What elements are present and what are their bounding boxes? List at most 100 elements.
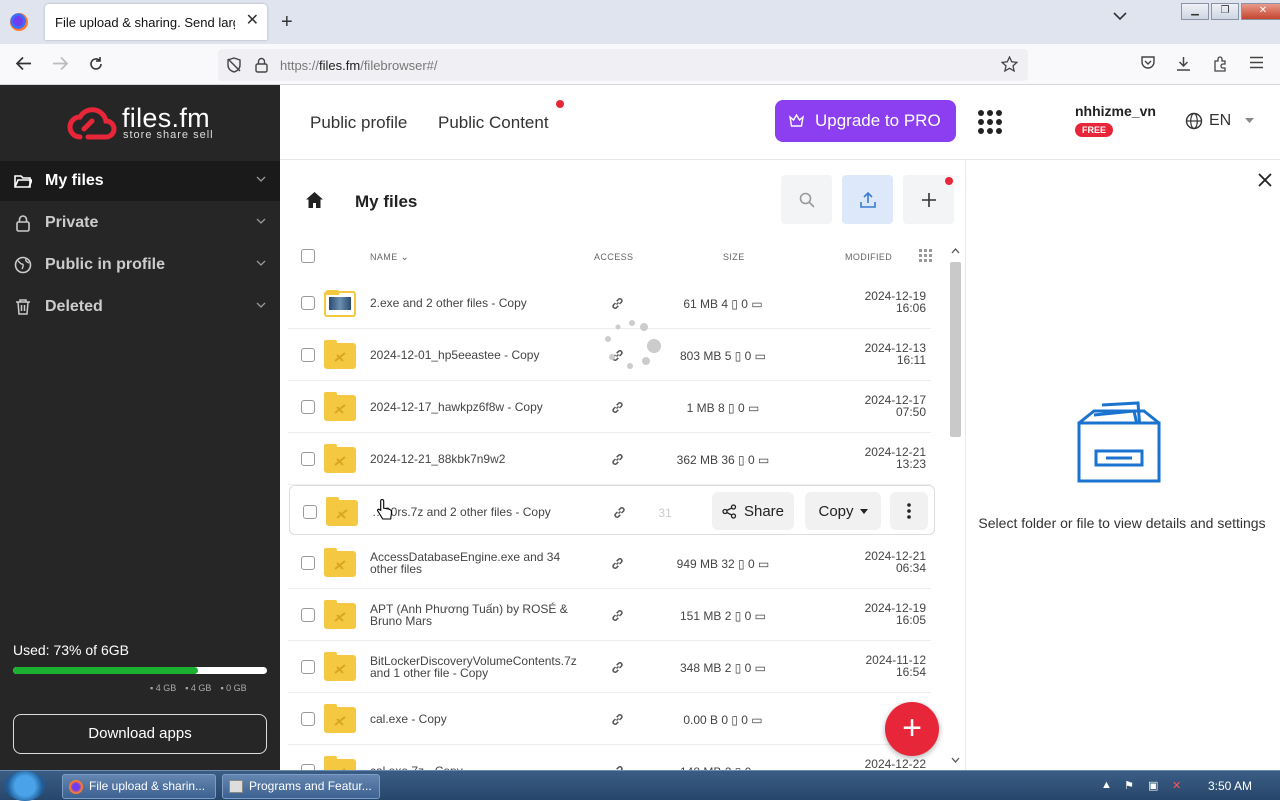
- home-icon[interactable]: [305, 191, 324, 209]
- volume-muted-icon[interactable]: ✕: [1172, 779, 1181, 792]
- link-access-icon[interactable]: [611, 297, 624, 310]
- pocket-icon[interactable]: [1140, 56, 1156, 71]
- firefox-icon[interactable]: [10, 13, 28, 31]
- link-access-icon[interactable]: [611, 401, 624, 414]
- tab-list-chevron-icon[interactable]: [1113, 12, 1127, 21]
- table-row[interactable]: 2024-12-17_hawkpz6f8w - Copy 1 MB 8 ▯ 0 ▭…: [288, 381, 931, 433]
- row-checkbox[interactable]: [301, 400, 315, 414]
- scrollbar-thumb[interactable]: [950, 262, 961, 437]
- upload-button[interactable]: [842, 175, 893, 224]
- tray-expand-icon[interactable]: ▲: [1101, 779, 1112, 791]
- folder-icon[interactable]: [324, 444, 356, 473]
- forward-icon[interactable]: [52, 56, 69, 71]
- network-icon[interactable]: ▣: [1148, 779, 1158, 792]
- sidebar-item-my-files[interactable]: My files: [0, 161, 280, 201]
- row-checkbox[interactable]: [301, 348, 315, 362]
- column-header-access[interactable]: ACCESS: [594, 252, 633, 262]
- column-header-size[interactable]: SIZE: [723, 252, 745, 262]
- close-icon[interactable]: [1258, 173, 1272, 187]
- sidebar-item-public-in-profile[interactable]: Public in profile: [0, 245, 280, 285]
- file-name[interactable]: 2024-12-01_hp5eeastee - Copy: [370, 349, 575, 361]
- more-options-button[interactable]: [890, 492, 928, 530]
- folder-icon[interactable]: [324, 392, 356, 421]
- public-content-link[interactable]: Public Content: [438, 113, 549, 133]
- sidebar-item-deleted[interactable]: Deleted: [0, 287, 280, 327]
- folder-icon[interactable]: [326, 497, 358, 526]
- link-access-icon[interactable]: [611, 453, 624, 466]
- link-access-icon[interactable]: [611, 661, 624, 674]
- public-profile-link[interactable]: Public profile: [310, 113, 407, 133]
- column-header-name[interactable]: NAME ⌄: [370, 252, 409, 263]
- folder-icon[interactable]: [324, 652, 356, 681]
- url-bar[interactable]: https://files.fm/filebrowser#/: [218, 49, 1028, 81]
- folder-icon[interactable]: [324, 600, 356, 629]
- chevron-down-icon[interactable]: [256, 258, 266, 268]
- download-apps-button[interactable]: Download apps: [13, 714, 267, 754]
- share-button[interactable]: Share: [712, 492, 794, 530]
- extensions-icon[interactable]: [1212, 56, 1228, 72]
- table-row[interactable]: AccessDatabaseEngine.exe and 34 other fi…: [288, 537, 931, 589]
- row-checkbox[interactable]: [301, 660, 315, 674]
- url-text[interactable]: https://files.fm/filebrowser#/: [280, 58, 438, 73]
- chevron-down-icon[interactable]: [256, 216, 266, 226]
- new-tab-icon[interactable]: +: [281, 11, 293, 34]
- row-checkbox[interactable]: [301, 296, 315, 310]
- row-checkbox[interactable]: [301, 608, 315, 622]
- chevron-down-icon[interactable]: [256, 174, 266, 184]
- file-name[interactable]: APT (Anh Phương Tuấn) by ROSÉ & Bruno Ma…: [370, 603, 575, 627]
- scroll-up-icon[interactable]: [951, 248, 960, 254]
- restore-button[interactable]: ❐: [1211, 3, 1239, 20]
- files-fm-logo-icon[interactable]: [66, 107, 118, 141]
- row-checkbox[interactable]: [301, 452, 315, 466]
- folder-icon[interactable]: [324, 340, 356, 369]
- table-row[interactable]: cal.exe.7z - Copy148 MB 2 ▯ 0 ▭2024-12-2…: [288, 745, 931, 770]
- menu-icon[interactable]: [1249, 56, 1264, 69]
- table-row[interactable]: APT (Anh Phương Tuấn) by ROSÉ & Bruno Ma…: [288, 589, 931, 641]
- file-name[interactable]: cal.exe - Copy: [370, 713, 575, 725]
- system-clock[interactable]: 3:50 AM: [1208, 779, 1252, 793]
- upgrade-to-pro-button[interactable]: Upgrade to PRO: [775, 100, 956, 142]
- start-button[interactable]: [5, 771, 45, 801]
- file-name[interactable]: 2024-12-17_hawkpz6f8w - Copy: [370, 401, 575, 413]
- username[interactable]: nhhizme_vn: [1075, 103, 1156, 119]
- sidebar-item-private[interactable]: Private: [0, 203, 280, 243]
- action-center-flag-icon[interactable]: ⚑: [1124, 779, 1134, 792]
- row-checkbox[interactable]: [303, 505, 317, 519]
- folder-icon[interactable]: [324, 756, 356, 770]
- folder-icon[interactable]: [324, 548, 356, 577]
- folder-thumbnail-icon[interactable]: [324, 290, 356, 317]
- link-access-icon[interactable]: [611, 713, 624, 726]
- column-header-modified[interactable]: MODIFIED: [845, 252, 892, 262]
- window-close-button[interactable]: ✕: [1241, 3, 1280, 20]
- copy-dropdown-button[interactable]: Copy: [805, 492, 881, 530]
- select-all-checkbox[interactable]: [301, 249, 315, 263]
- file-name[interactable]: …00rs.7z and 2 other files - Copy: [372, 506, 577, 518]
- file-name[interactable]: 2024-12-21_88kbk7n9w2: [370, 453, 575, 465]
- file-name[interactable]: 2.exe and 2 other files - Copy: [370, 297, 575, 309]
- tracking-shield-icon[interactable]: [226, 57, 242, 73]
- tab-close-icon[interactable]: ✕: [246, 13, 259, 29]
- bookmark-star-icon[interactable]: [1001, 56, 1018, 73]
- folder-icon[interactable]: [324, 704, 356, 733]
- table-row[interactable]: cal.exe - Copy0.00 B 0 ▯ 0 ▭2024-: [288, 693, 931, 745]
- downloads-icon[interactable]: [1176, 56, 1191, 71]
- table-row[interactable]: BitLockerDiscoveryVolumeContents.7z and …: [288, 641, 931, 693]
- row-checkbox[interactable]: [301, 712, 315, 726]
- lock-icon[interactable]: [255, 57, 268, 73]
- language-selector[interactable]: EN: [1185, 112, 1255, 130]
- chevron-down-icon[interactable]: [256, 300, 266, 310]
- scroll-down-icon[interactable]: [951, 757, 960, 763]
- browser-tab[interactable]: File upload & sharing. Send large pl ✕: [45, 4, 267, 40]
- reload-icon[interactable]: [88, 56, 104, 72]
- row-checkbox[interactable]: [301, 556, 315, 570]
- taskbar-item-firefox[interactable]: File upload & sharin...: [62, 774, 216, 799]
- file-name[interactable]: AccessDatabaseEngine.exe and 34 other fi…: [370, 551, 575, 575]
- grid-view-icon[interactable]: [919, 249, 932, 262]
- file-name[interactable]: BitLockerDiscoveryVolumeContents.7z and …: [370, 655, 577, 679]
- minimize-button[interactable]: ▁: [1181, 3, 1209, 20]
- fab-add-button[interactable]: +: [885, 702, 939, 756]
- taskbar-item-programs[interactable]: Programs and Featur...: [222, 774, 380, 799]
- scrollbar[interactable]: [947, 248, 964, 770]
- link-access-icon[interactable]: [611, 557, 624, 570]
- back-icon[interactable]: [15, 56, 32, 71]
